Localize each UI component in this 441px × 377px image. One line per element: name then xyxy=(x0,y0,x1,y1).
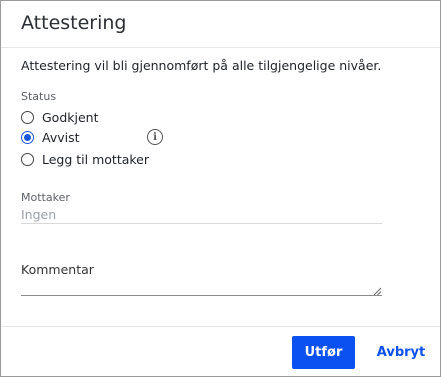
radio-label: Avvist xyxy=(42,129,80,145)
dialog-title: Attestering xyxy=(21,12,127,34)
header-divider xyxy=(1,47,440,48)
radio-avvist[interactable]: Avvist xyxy=(21,128,80,146)
footer-divider xyxy=(1,326,440,327)
comment-textarea[interactable] xyxy=(21,279,382,296)
radio-button-selected[interactable] xyxy=(21,130,34,144)
recipient-underline xyxy=(21,223,382,224)
radio-selected-dot xyxy=(24,133,31,141)
resize-grip-icon[interactable] xyxy=(373,287,381,295)
comment-label: Kommentar xyxy=(21,262,94,277)
dialog-description: Attestering vil bli gjennomført på alle … xyxy=(21,58,382,73)
radio-label: Legg til mottaker xyxy=(42,151,150,167)
cancel-button[interactable]: Avbryt xyxy=(370,336,432,369)
recipient-label: Mottaker xyxy=(21,191,70,204)
radio-button[interactable] xyxy=(21,152,34,166)
radio-godkjent[interactable]: Godkjent xyxy=(21,108,99,126)
radio-legg-til-mottaker[interactable]: Legg til mottaker xyxy=(21,150,149,168)
radio-label: Godkjent xyxy=(42,109,99,125)
status-label: Status xyxy=(21,90,57,103)
attestation-dialog: Attestering Attestering vil bli gjennomf… xyxy=(0,0,441,377)
info-icon[interactable]: i xyxy=(147,129,163,145)
submit-button[interactable]: Utfør xyxy=(292,336,355,369)
radio-button[interactable] xyxy=(21,110,34,124)
recipient-field[interactable]: Ingen xyxy=(21,207,56,222)
